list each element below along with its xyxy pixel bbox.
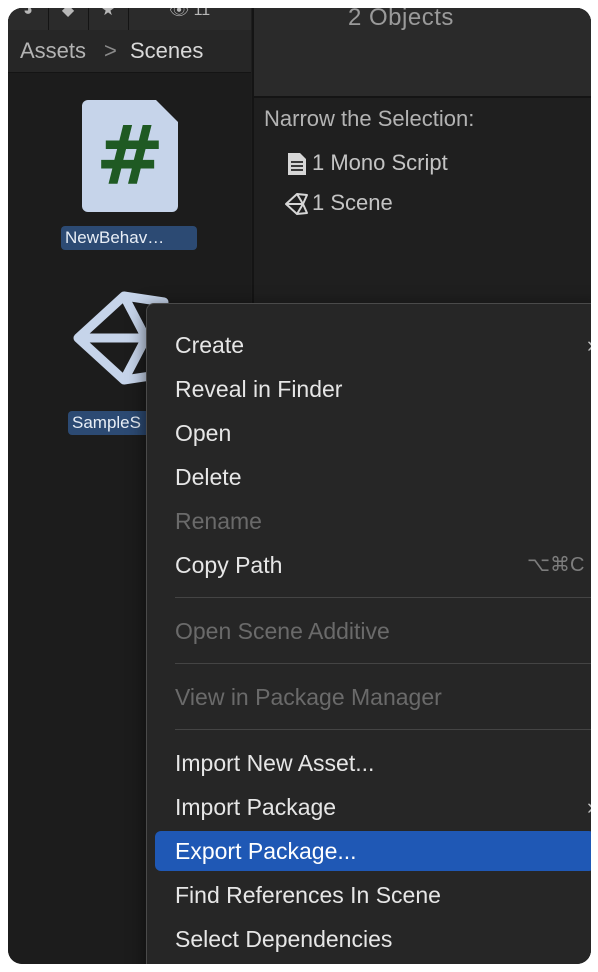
menu-item-open-scene-additive: Open Scene Additive — [155, 611, 591, 651]
menu-item-create-label: Create — [175, 332, 245, 358]
document-icon — [288, 153, 306, 176]
menu-item-create[interactable]: Create › — [155, 325, 591, 365]
menu-item-import-new-asset[interactable]: Import New Asset... — [155, 743, 591, 783]
breadcrumb: Assets > Scenes — [8, 30, 251, 73]
menu-item-reveal-label: Reveal in Finder — [175, 376, 343, 402]
menu-separator — [175, 663, 591, 664]
hash-glyph: # — [95, 109, 165, 204]
chevron-right-icon: › — [587, 325, 591, 365]
breadcrumb-separator: > — [104, 38, 117, 63]
menu-item-select-dependencies-label: Select Dependencies — [175, 926, 393, 952]
menu-item-open[interactable]: Open — [155, 413, 591, 453]
menu-item-copy-path-label: Copy Path — [175, 552, 283, 578]
menu-item-delete[interactable]: Delete — [155, 457, 591, 497]
menu-item-copy-path[interactable]: Copy Path ⌥⌘C — [155, 545, 591, 585]
menu-item-open-label: Open — [175, 420, 232, 446]
breadcrumb-scenes[interactable]: Scenes — [130, 30, 203, 72]
menu-item-select-dependencies[interactable]: Select Dependencies — [155, 919, 591, 959]
unity-editor-window: ◕ ◆ ★ 👁 11 Assets > Scenes # NewBehav… S… — [8, 8, 591, 964]
menu-item-open-scene-additive-label: Open Scene Additive — [175, 618, 390, 644]
eye-hidden-icon[interactable]: 👁 11 — [128, 8, 251, 30]
chevron-right-icon: › — [587, 787, 591, 827]
menu-item-view-package-manager-label: View in Package Manager — [175, 684, 442, 710]
narrow-item-scene[interactable]: 1 Scene — [284, 188, 393, 218]
star-icon[interactable]: ★ — [88, 8, 129, 30]
layers-icon[interactable]: ◕ — [8, 8, 49, 30]
inspector-header: 2 Objects — [254, 8, 591, 98]
menu-item-import-new-asset-label: Import New Asset... — [175, 750, 375, 776]
csharp-script-icon[interactable]: # — [82, 100, 178, 212]
unity-icon — [285, 193, 308, 216]
project-toolbar: ◕ ◆ ★ 👁 11 — [8, 8, 251, 31]
menu-item-reveal-in-finder[interactable]: Reveal in Finder — [155, 369, 591, 409]
menu-item-import-package[interactable]: Import Package › — [155, 787, 591, 827]
menu-item-find-references-label: Find References In Scene — [175, 882, 441, 908]
menu-item-view-in-package-manager: View in Package Manager — [155, 677, 591, 717]
narrow-item-mono-script-label: 1 Mono Script — [312, 150, 448, 175]
menu-item-delete-label: Delete — [175, 464, 242, 490]
narrow-item-scene-label: 1 Scene — [312, 190, 393, 215]
menu-separator — [175, 729, 591, 730]
menu-item-rename-label: Rename — [175, 508, 262, 534]
breadcrumb-assets[interactable]: Assets — [20, 30, 86, 72]
copy-path-shortcut: ⌥⌘C — [527, 554, 585, 576]
narrow-item-mono-script[interactable]: 1 Mono Script — [284, 148, 448, 178]
asset-label-script[interactable]: NewBehav… — [61, 226, 197, 250]
menu-item-import-package-label: Import Package — [175, 794, 337, 820]
menu-item-rename: Rename — [155, 501, 591, 541]
menu-item-find-references-in-scene[interactable]: Find References In Scene — [155, 875, 591, 915]
context-menu: Create › Reveal in Finder Open Delete Re… — [146, 303, 591, 964]
asset-label-scene[interactable]: SampleS — [68, 411, 156, 435]
object-count: 2 Objects — [348, 8, 454, 31]
menu-separator — [175, 597, 591, 598]
menu-item-export-package-label: Export Package... — [175, 838, 357, 864]
tag-icon[interactable]: ◆ — [48, 8, 89, 30]
narrow-selection-title: Narrow the Selection: — [264, 106, 475, 131]
menu-item-export-package[interactable]: Export Package... — [155, 831, 591, 871]
